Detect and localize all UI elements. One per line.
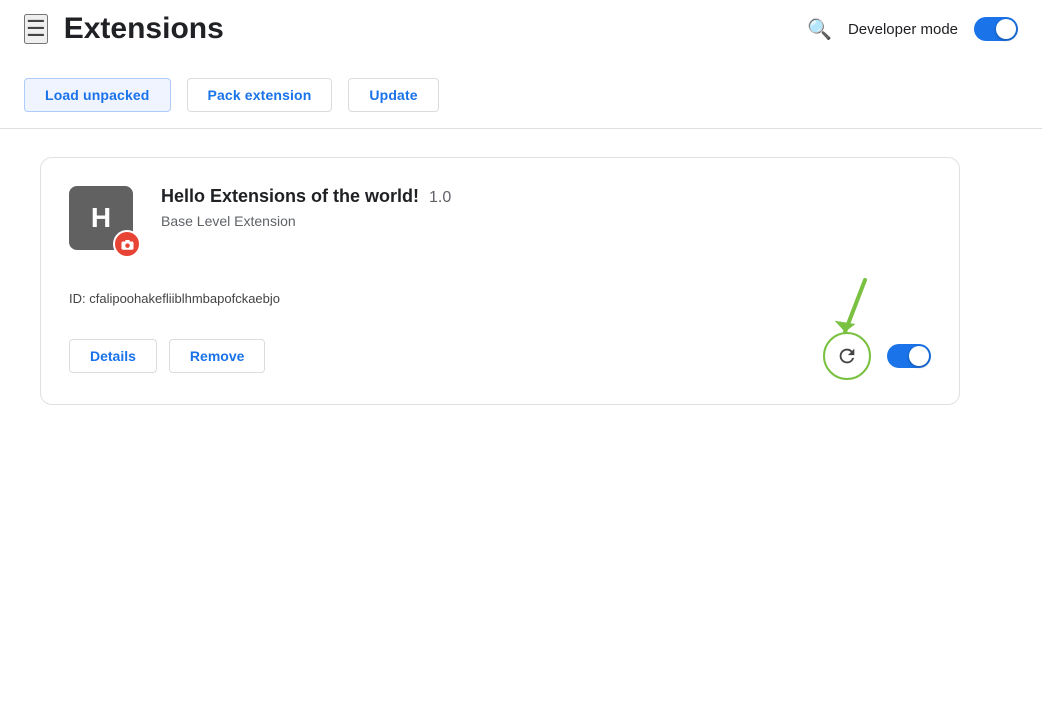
extension-icon-wrapper: H	[69, 186, 141, 258]
main-content: H Hello Extensions of the world! 1.0 Bas…	[0, 129, 1042, 433]
extension-name: Hello Extensions of the world!	[161, 186, 419, 207]
load-unpacked-button[interactable]: Load unpacked	[24, 78, 171, 112]
details-button[interactable]: Details	[69, 339, 157, 373]
extension-description: Base Level Extension	[161, 213, 931, 229]
extension-icon-badge	[113, 230, 141, 258]
extension-title-row: Hello Extensions of the world! 1.0	[161, 186, 931, 207]
developer-mode-toggle[interactable]	[974, 17, 1018, 41]
extension-version: 1.0	[429, 189, 451, 207]
extension-toggle-thumb	[909, 346, 929, 366]
pack-extension-button[interactable]: Pack extension	[187, 78, 333, 112]
extension-id: ID: cfalipoohakefliiblhmbapofckaebjo	[69, 291, 280, 306]
card-top: H Hello Extensions of the world! 1.0 Bas…	[69, 186, 931, 258]
update-button[interactable]: Update	[348, 78, 438, 112]
header-left: ☰ Extensions	[24, 12, 224, 46]
remove-button[interactable]: Remove	[169, 339, 265, 373]
refresh-wrapper	[823, 332, 871, 380]
extension-card: H Hello Extensions of the world! 1.0 Bas…	[40, 157, 960, 405]
camera-icon	[120, 237, 135, 252]
extension-info: Hello Extensions of the world! 1.0 Base …	[161, 186, 931, 229]
developer-mode-label: Developer mode	[848, 21, 958, 38]
page-title: Extensions	[64, 12, 224, 46]
card-right	[823, 332, 931, 380]
search-icon[interactable]: 🔍	[807, 17, 832, 42]
header-right: 🔍 Developer mode	[807, 17, 1018, 42]
menu-icon[interactable]: ☰	[24, 14, 48, 44]
arrow-annotation	[801, 272, 881, 352]
header: ☰ Extensions 🔍 Developer mode	[0, 0, 1042, 58]
toolbar: Load unpacked Pack extension Update	[0, 58, 1042, 128]
extension-enable-toggle[interactable]	[887, 344, 931, 368]
card-actions: Details Remove	[69, 339, 265, 373]
card-bottom: Details Remove	[69, 332, 931, 380]
